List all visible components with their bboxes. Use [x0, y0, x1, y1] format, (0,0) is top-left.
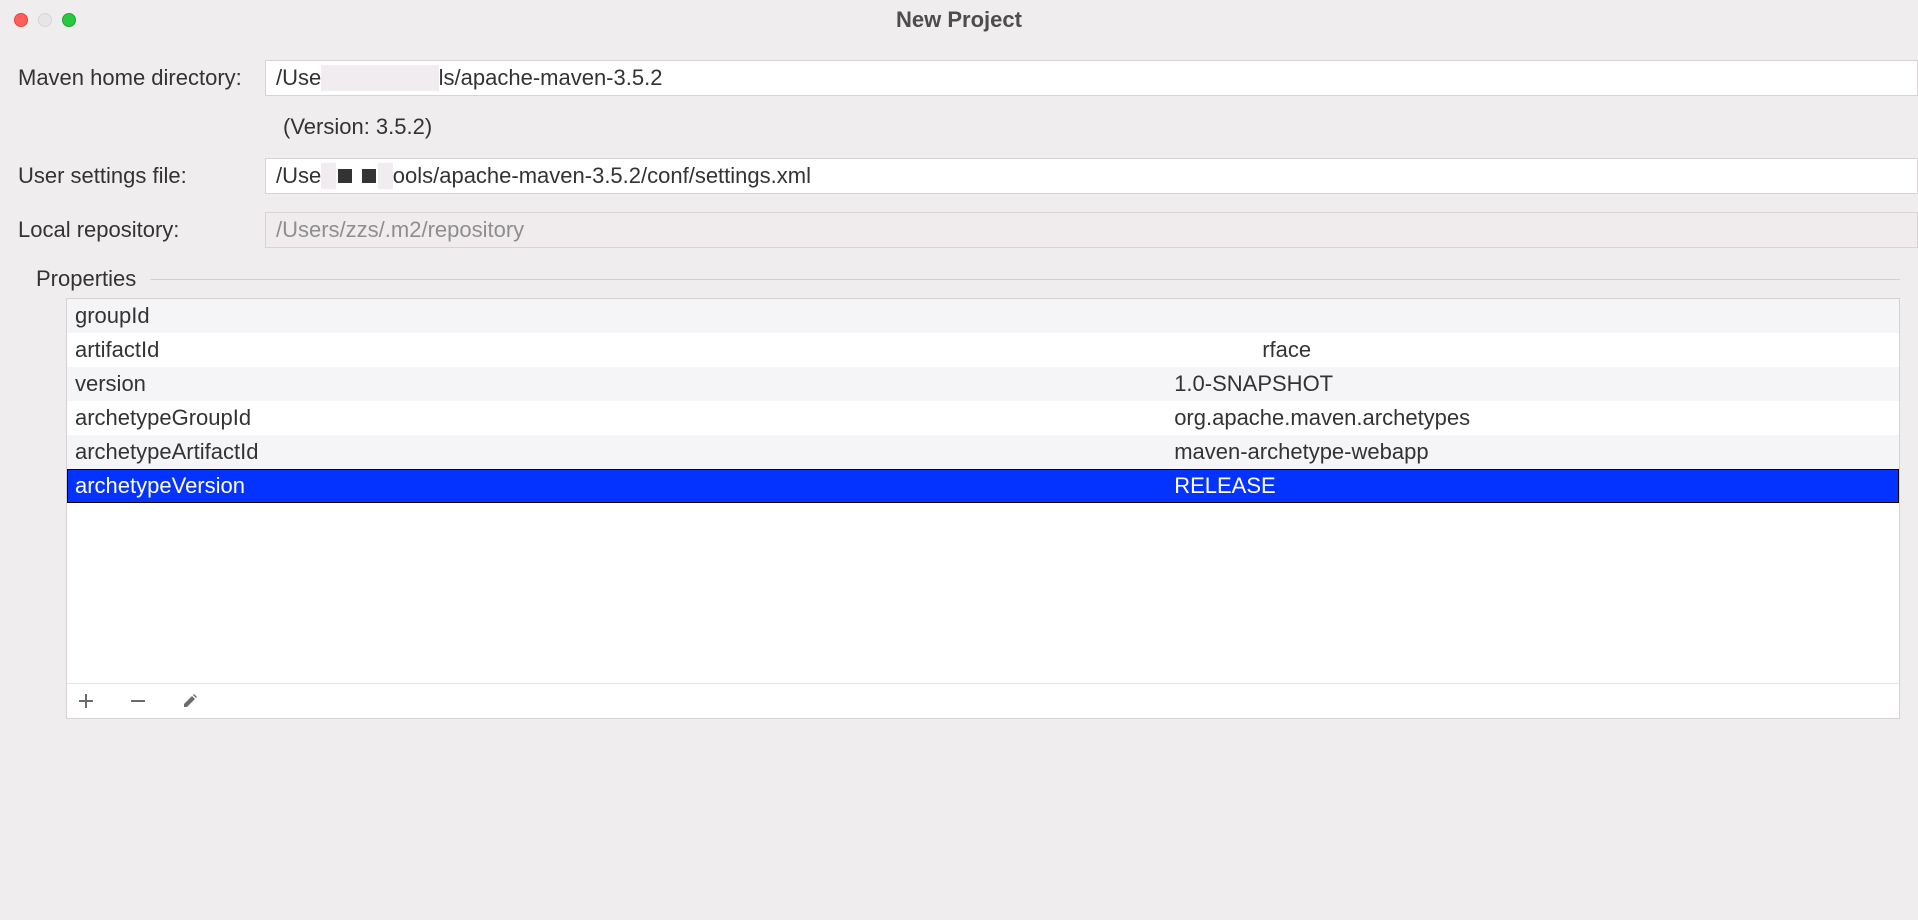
property-key: version — [67, 367, 1166, 401]
input-text: /Users/zzs/.m2/repository — [276, 217, 524, 243]
table-row[interactable]: groupId — [67, 299, 1899, 333]
table-row[interactable]: archetypeGroupIdorg.apache.maven.archety… — [67, 401, 1899, 435]
properties-table-shell: groupIdartifactIdXXXXXXrfaceversion1.0-S… — [66, 298, 1900, 683]
content-area: Maven home directory: /UseXXXXXXXXls/apa… — [0, 40, 1918, 719]
user-settings-row: User settings file: /UseX Xools/apache-m… — [18, 158, 1918, 194]
input-text: /UseX Xools/apache-maven-3.5.2/conf/sett… — [276, 163, 811, 189]
user-settings-input[interactable]: /UseX Xools/apache-maven-3.5.2/conf/sett… — [265, 158, 1918, 194]
maven-home-input[interactable]: /UseXXXXXXXXls/apache-maven-3.5.2 — [265, 60, 1918, 96]
maven-home-row: Maven home directory: /UseXXXXXXXXls/apa… — [18, 60, 1918, 96]
maven-version-note: (Version: 3.5.2) — [283, 114, 1918, 140]
property-value — [1166, 299, 1899, 333]
add-button[interactable] — [75, 690, 97, 712]
property-value: RELEASE — [1166, 469, 1899, 503]
local-repo-input[interactable]: /Users/zzs/.m2/repository — [265, 212, 1918, 248]
maven-home-label: Maven home directory: — [18, 65, 265, 91]
table-row[interactable]: archetypeArtifactIdmaven-archetype-webap… — [67, 435, 1899, 469]
local-repo-row: Local repository: /Users/zzs/.m2/reposit… — [18, 212, 1918, 248]
titlebar: New Project — [0, 0, 1918, 40]
property-key: artifactId — [67, 333, 1166, 367]
properties-table[interactable]: groupIdartifactIdXXXXXXrfaceversion1.0-S… — [67, 299, 1899, 503]
local-repo-label: Local repository: — [18, 217, 265, 243]
edit-button[interactable] — [179, 690, 201, 712]
property-key: archetypeGroupId — [67, 401, 1166, 435]
property-value: 1.0-SNAPSHOT — [1166, 367, 1899, 401]
table-row[interactable]: version1.0-SNAPSHOT — [67, 367, 1899, 401]
property-key: archetypeArtifactId — [67, 435, 1166, 469]
table-row[interactable]: artifactIdXXXXXXrface — [67, 333, 1899, 367]
new-project-window: New Project Maven home directory: /UseXX… — [0, 0, 1918, 920]
properties-title: Properties — [36, 266, 136, 292]
properties-header: Properties — [36, 266, 1900, 292]
table-empty-area — [67, 503, 1899, 683]
window-title: New Project — [0, 7, 1918, 33]
remove-button[interactable] — [127, 690, 149, 712]
property-value: XXXXXXrface — [1166, 333, 1899, 367]
table-toolbar — [66, 683, 1900, 719]
property-value: maven-archetype-webapp — [1166, 435, 1899, 469]
table-row[interactable]: archetypeVersionRELEASE — [67, 469, 1899, 503]
property-value: org.apache.maven.archetypes — [1166, 401, 1899, 435]
user-settings-label: User settings file: — [18, 163, 265, 189]
properties-section: Properties groupIdartifactIdXXXXXXrfacev… — [36, 266, 1900, 719]
input-text: /UseXXXXXXXXls/apache-maven-3.5.2 — [276, 65, 662, 91]
property-key: groupId — [67, 299, 1166, 333]
property-key: archetypeVersion — [67, 469, 1166, 503]
section-divider — [150, 279, 1900, 280]
